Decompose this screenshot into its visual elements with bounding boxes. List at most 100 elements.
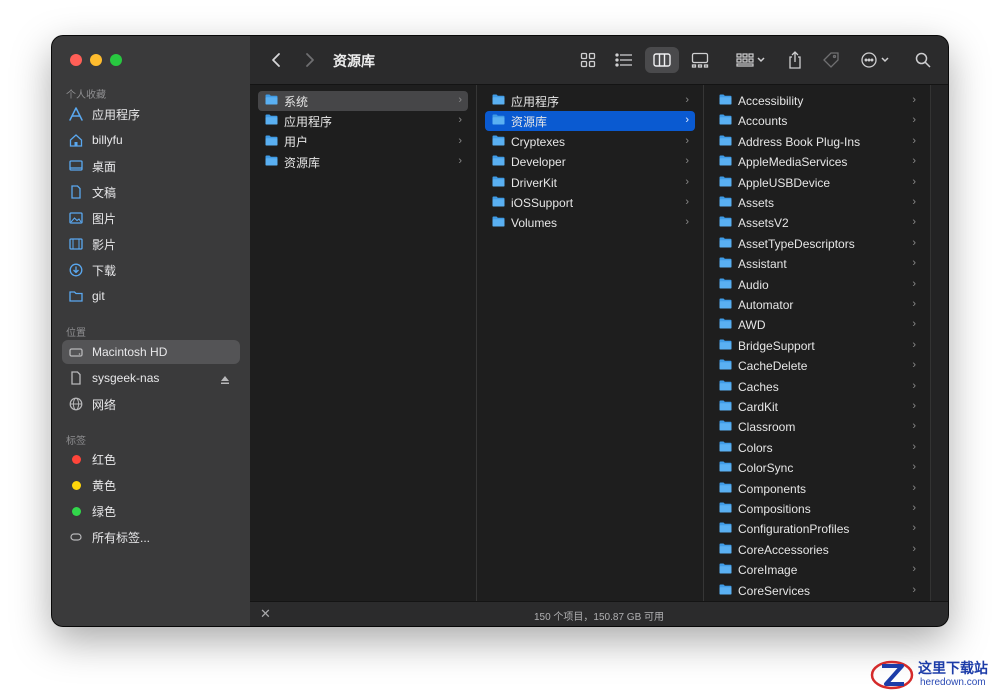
folder-name: 资源库: [284, 155, 321, 170]
column-1: 系统 › 应用程序 › 用户 › 资源库 ›: [250, 85, 477, 601]
zoom-window-button[interactable]: [110, 54, 122, 66]
folder-row[interactable]: Accounts ›: [712, 111, 922, 131]
folder-row[interactable]: 资源库 ›: [258, 152, 468, 172]
folder-row[interactable]: AppleUSBDevice ›: [712, 173, 922, 193]
traffic-lights: [70, 54, 122, 66]
folder-row[interactable]: AWD ›: [712, 315, 922, 335]
folder-icon: [719, 561, 732, 579]
list-view-button[interactable]: [609, 47, 639, 73]
folder-row[interactable]: Address Book Plug-Ins ›: [712, 132, 922, 152]
chevron-right-icon: ›: [912, 420, 916, 433]
document-icon: [69, 185, 83, 199]
sidebar-item[interactable]: 红色: [62, 447, 240, 471]
sidebar-item[interactable]: 应用程序: [62, 102, 240, 126]
folder-row[interactable]: DriverKit ›: [485, 173, 695, 193]
folder-row[interactable]: 应用程序 ›: [258, 111, 468, 131]
folder-row[interactable]: Assistant ›: [712, 254, 922, 274]
folder-name: 系统: [284, 94, 309, 109]
folder-row[interactable]: Accessibility ›: [712, 91, 922, 111]
folder-row[interactable]: 资源库 ›: [485, 111, 695, 132]
back-button[interactable]: [264, 47, 288, 73]
gallery-view-button[interactable]: [685, 47, 715, 73]
folder-row[interactable]: CacheDelete ›: [712, 356, 922, 376]
sidebar-item[interactable]: 影片: [62, 232, 240, 256]
folder-name: 应用程序: [511, 94, 560, 109]
sidebar-item[interactable]: 文稿: [62, 180, 240, 204]
folder-row[interactable]: Volumes ›: [485, 213, 695, 233]
folder-row[interactable]: Colors ›: [712, 438, 922, 458]
back-icon: [272, 53, 280, 67]
folder-icon: [719, 398, 732, 416]
search-button[interactable]: [910, 47, 936, 73]
sidebar-item-label: 下载: [92, 263, 117, 278]
folder-row[interactable]: ConfigurationProfiles ›: [712, 519, 922, 539]
sidebar-item[interactable]: 下载: [62, 258, 240, 282]
folder-row[interactable]: AppleMediaServices ›: [712, 152, 922, 172]
group-button[interactable]: [732, 47, 770, 73]
folder-icon: [719, 194, 732, 212]
sidebar-item[interactable]: 桌面: [62, 154, 240, 178]
close-window-button[interactable]: [70, 54, 82, 66]
folder-row[interactable]: CardKit ›: [712, 397, 922, 417]
sidebar-item-label: 影片: [92, 237, 117, 252]
chevron-right-icon: ›: [912, 379, 916, 392]
status-text: 150 个项目，150.87 GB 可用: [533, 612, 665, 623]
folder-row[interactable]: AssetTypeDescriptors ›: [712, 234, 922, 254]
folder-row[interactable]: ColorSync ›: [712, 458, 922, 478]
folder-row[interactable]: 系统 ›: [258, 91, 468, 111]
folder-row[interactable]: Assets ›: [712, 193, 922, 213]
sidebar-item[interactable]: 图片: [62, 206, 240, 230]
folder-row[interactable]: 用户 ›: [258, 132, 468, 152]
forward-button[interactable]: [298, 47, 322, 73]
folder-icon: [719, 174, 732, 192]
folder-icon: [719, 520, 732, 538]
chevron-right-icon: ›: [458, 155, 462, 168]
sidebar-item[interactable]: sysgeek-nas: [62, 366, 240, 390]
folder-icon: [719, 582, 732, 600]
chevron-right-icon: ›: [685, 94, 689, 106]
folder-icon: [719, 459, 732, 477]
folder-row[interactable]: Components ›: [712, 479, 922, 499]
sidebar-item-label: sysgeek-nas: [92, 371, 160, 385]
sidebar-item[interactable]: 所有标签...: [62, 525, 240, 549]
folder-row[interactable]: CoreServices ›: [712, 581, 922, 601]
folder-row[interactable]: Classroom ›: [712, 417, 922, 437]
folder-row[interactable]: Developer ›: [485, 152, 695, 172]
tag-dot-icon: [69, 478, 83, 492]
chevron-right-icon: ›: [685, 155, 689, 168]
folder-row[interactable]: iOSSupport ›: [485, 193, 695, 213]
chevron-right-icon: ›: [912, 318, 916, 331]
sidebar-item[interactable]: billyfu: [62, 128, 240, 152]
folder-row[interactable]: Automator ›: [712, 295, 922, 315]
icon-view-button[interactable]: [573, 47, 603, 73]
folder-row[interactable]: Compositions ›: [712, 499, 922, 519]
folder-row[interactable]: BridgeSupport ›: [712, 336, 922, 356]
sidebar-item[interactable]: git: [62, 284, 240, 308]
column-view-button[interactable]: [645, 47, 679, 73]
folder-row[interactable]: CoreAccessories ›: [712, 540, 922, 560]
chevron-right-icon: ›: [458, 134, 462, 147]
eject-icon[interactable]: [220, 372, 230, 390]
sidebar-item[interactable]: 网络: [62, 392, 240, 416]
folder-icon: [265, 153, 278, 171]
minimize-window-button[interactable]: [90, 54, 102, 66]
folder-row[interactable]: Cryptexes ›: [485, 132, 695, 152]
folder-row[interactable]: Caches ›: [712, 377, 922, 397]
sidebar-item[interactable]: Macintosh HD: [62, 340, 240, 364]
tag-button[interactable]: [818, 47, 844, 73]
folder-icon: [719, 255, 732, 273]
chevron-right-icon: ›: [912, 298, 916, 310]
folder-name: 资源库: [511, 114, 548, 129]
folder-row[interactable]: Audio ›: [712, 275, 922, 295]
folder-row[interactable]: CoreImage ›: [712, 560, 922, 580]
folder-row[interactable]: 应用程序 ›: [485, 91, 695, 111]
pictures-icon: [69, 211, 83, 225]
sidebar-item[interactable]: 绿色: [62, 499, 240, 523]
sidebar-item[interactable]: 黄色: [62, 473, 240, 497]
folder-icon: [265, 92, 278, 110]
folder-row[interactable]: AssetsV2 ›: [712, 213, 922, 233]
vertical-scrollbar[interactable]: [930, 85, 948, 601]
more-button[interactable]: [858, 47, 894, 73]
sidebar: 个人收藏 应用程序 billyfu 桌面 文稿 图片 影片 下载 git 位置 Macinto…: [52, 36, 250, 626]
share-button[interactable]: [782, 47, 808, 73]
